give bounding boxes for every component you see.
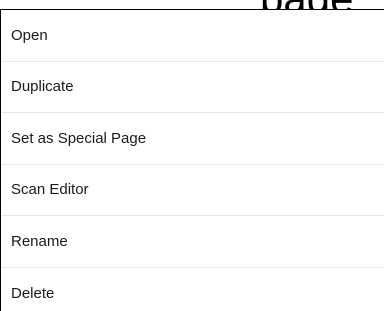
menu-item-duplicate[interactable]: Duplicate xyxy=(1,62,384,113)
menu-item-open[interactable]: Open xyxy=(1,10,384,62)
screen: page Open Duplicate Set as Special Page … xyxy=(0,0,386,311)
menu-item-delete[interactable]: Delete xyxy=(1,268,384,311)
menu-item-scan-editor[interactable]: Scan Editor xyxy=(1,165,384,216)
menu-item-rename[interactable]: Rename xyxy=(1,216,384,268)
menu-item-set-as-special-page[interactable]: Set as Special Page xyxy=(1,113,384,165)
page-context-menu: Open Duplicate Set as Special Page Scan … xyxy=(0,9,384,311)
